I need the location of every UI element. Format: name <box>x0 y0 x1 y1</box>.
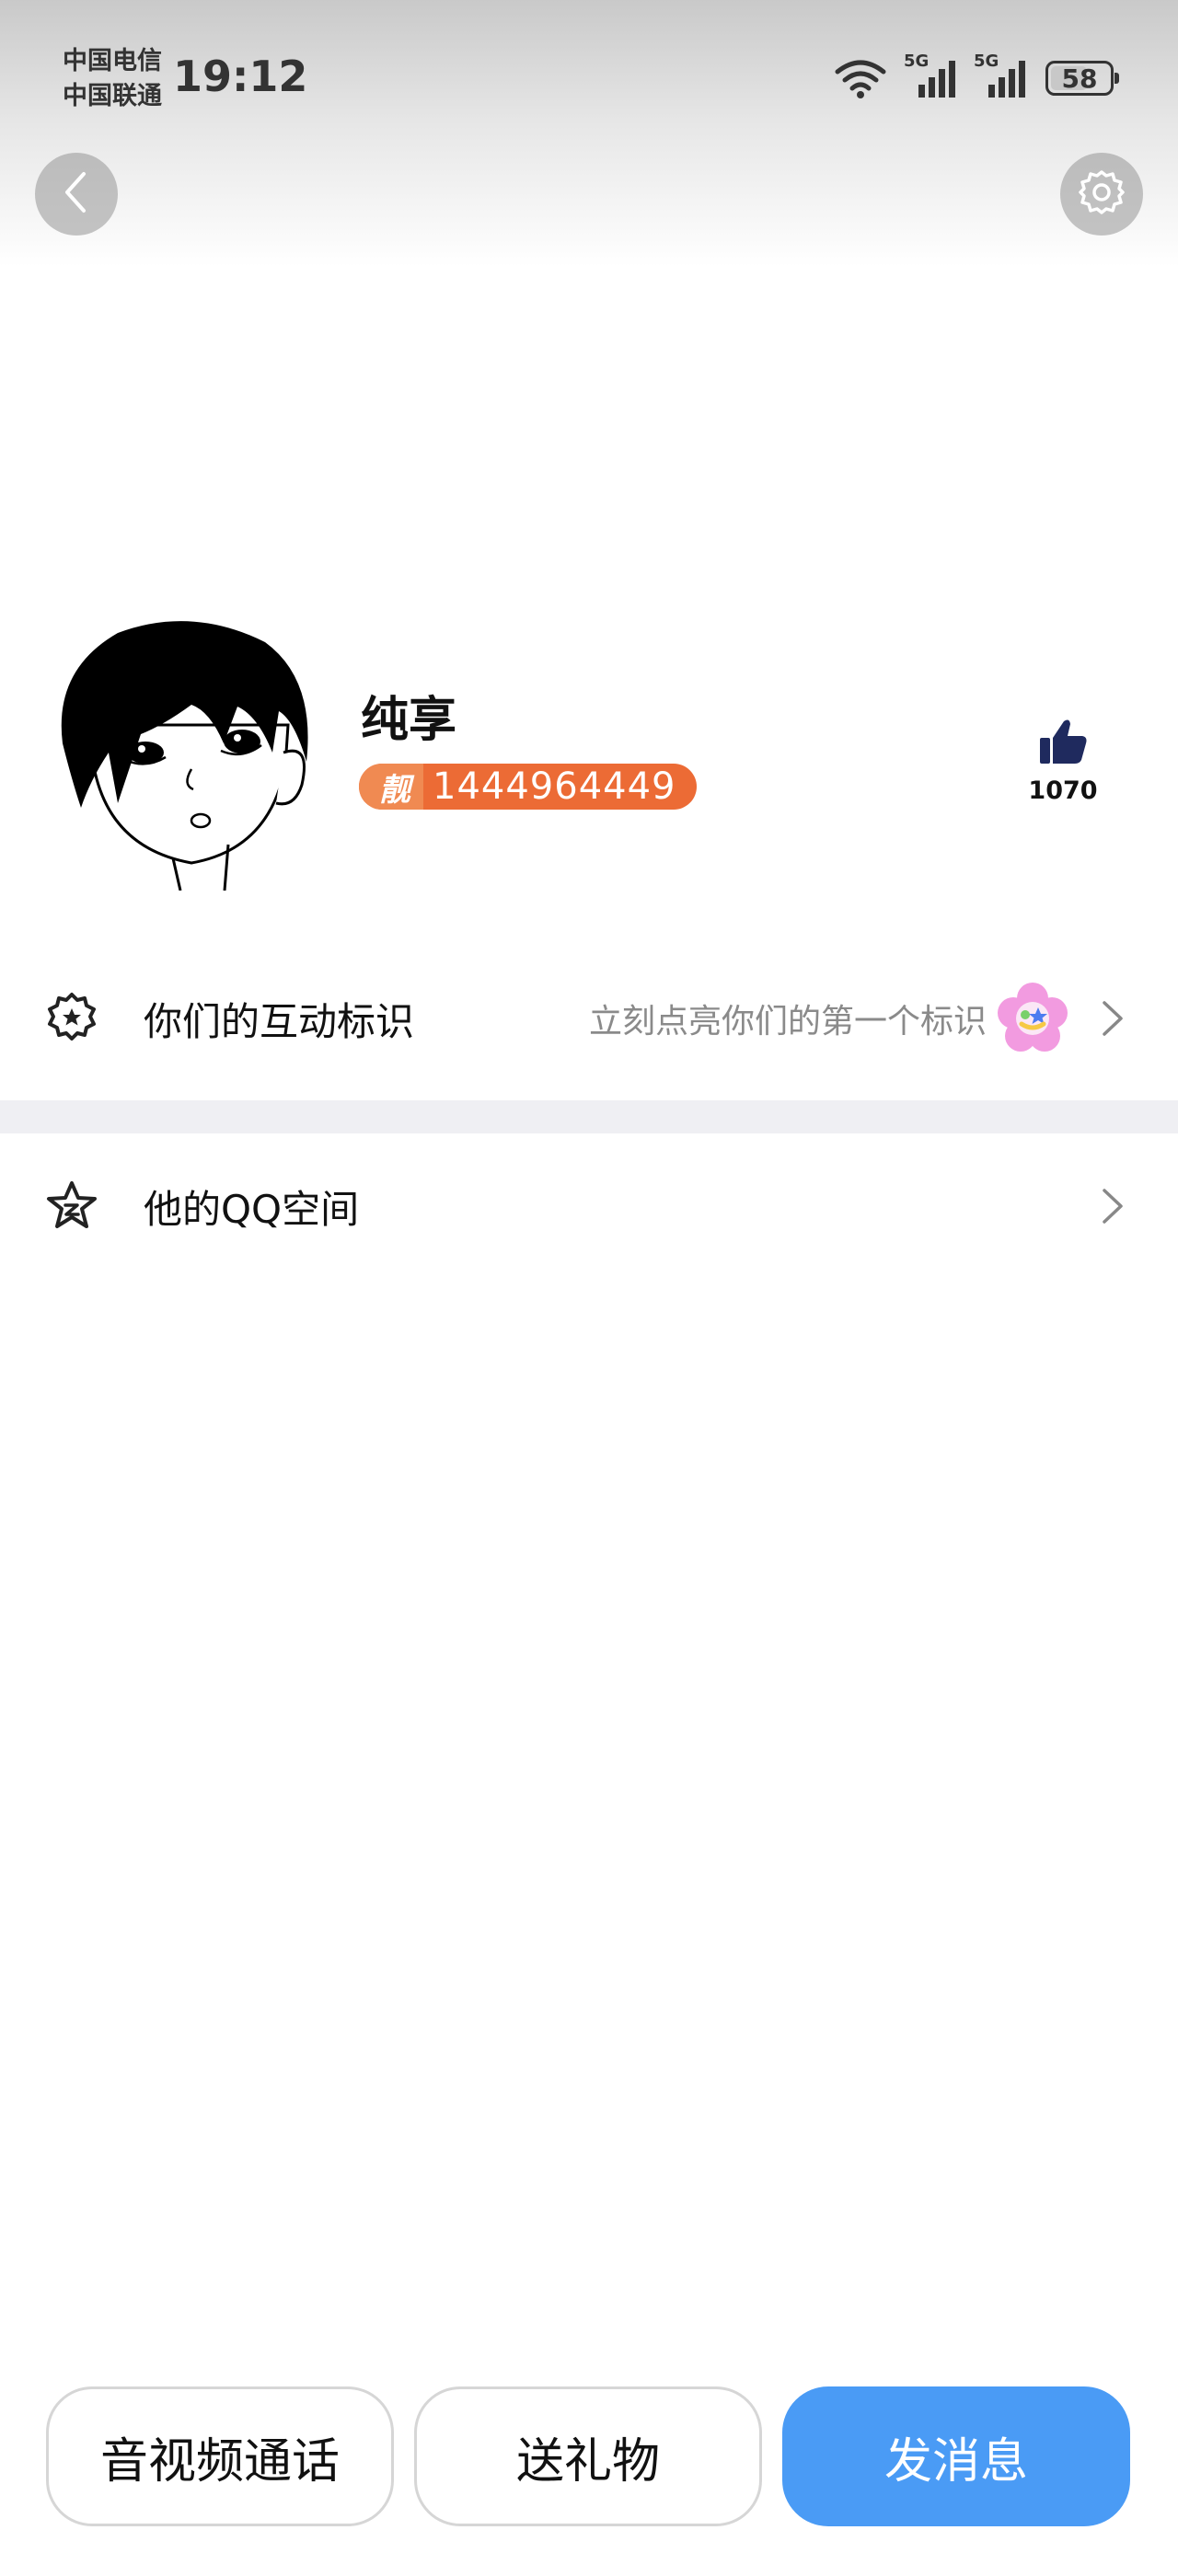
video-call-button[interactable]: 音视频通话 <box>46 2386 394 2526</box>
carrier-1: 中国电信 <box>63 47 162 75</box>
status-icons: 5G 5G 58 <box>832 52 1119 101</box>
interaction-badge-hint: 立刻点亮你们的第一个标识 <box>588 1003 987 1041</box>
gear-icon <box>1078 168 1126 220</box>
carrier-2: 中国联通 <box>63 82 162 110</box>
chevron-right-icon <box>1099 995 1126 1041</box>
like-button[interactable]: 1070 <box>1022 718 1104 805</box>
qq-number-badge[interactable]: 靓 1444964449 <box>359 764 697 810</box>
pretty-number-tag: 靓 <box>359 764 423 810</box>
interaction-badge-row[interactable]: 你们的互动标识 立刻点亮你们的第一个标识 <box>0 968 1178 1069</box>
interaction-badge-label: 你们的互动标识 <box>144 998 415 1044</box>
like-count: 1070 <box>1028 776 1098 805</box>
signal-icon: 5G <box>974 52 1029 99</box>
qzone-star-icon <box>42 1177 101 1236</box>
wifi-icon <box>832 57 889 99</box>
signal-icon: 5G <box>904 52 959 99</box>
status-time: 19:12 <box>173 52 308 101</box>
status-bar: 中国电信 中国联通 19:12 5G 5G 58 <box>0 0 1178 147</box>
qzone-label: 他的QQ空间 <box>144 1186 360 1232</box>
section-divider <box>0 1100 1178 1133</box>
qq-number: 1444964449 <box>433 765 676 808</box>
chevron-left-icon <box>58 168 95 220</box>
battery-level: 58 <box>1061 63 1098 94</box>
badge-star-icon <box>42 989 101 1048</box>
nickname: 纯享 <box>361 693 457 748</box>
action-bar: 音视频通话 送礼物 发消息 <box>46 2386 1132 2528</box>
thumbs-up-icon <box>1038 718 1088 769</box>
settings-button[interactable] <box>1060 153 1143 236</box>
send-message-button[interactable]: 发消息 <box>782 2386 1130 2526</box>
send-gift-button[interactable]: 送礼物 <box>414 2386 762 2526</box>
carrier-info: 中国电信 中国联通 <box>63 44 162 114</box>
battery-icon: 58 <box>1045 61 1119 96</box>
flower-badge-icon <box>994 980 1071 1057</box>
network-type-1: 5G <box>904 52 930 71</box>
chevron-right-icon <box>1099 1183 1126 1229</box>
qzone-row[interactable]: 他的QQ空间 <box>0 1156 1178 1257</box>
network-type-2: 5G <box>974 52 999 71</box>
profile-page: 中国电信 中国联通 19:12 5G 5G 58 纯享 靓 1444964449… <box>0 0 1178 2576</box>
back-button[interactable] <box>35 153 118 236</box>
avatar[interactable] <box>53 615 320 891</box>
